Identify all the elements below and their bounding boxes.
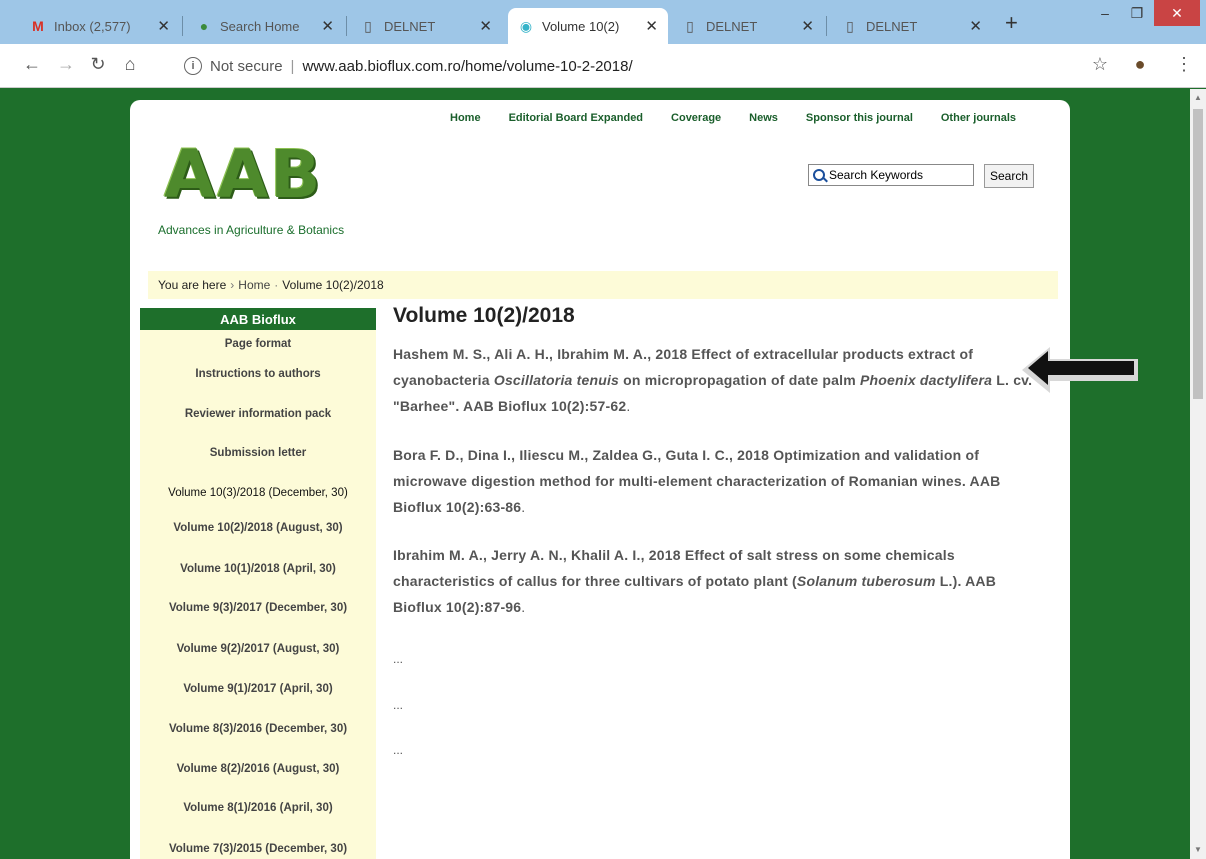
breadcrumb-current: Volume 10(2)/2018 [282,278,384,292]
sidebar-item-volume[interactable]: Volume 8(1)/2016 (April, 30) [140,802,376,814]
reference-entry[interactable]: Bora F. D., Dina I., Iliescu M., Zaldea … [393,442,1039,520]
search-icon [813,169,825,181]
sidebar-item-reviewer-pack[interactable]: Reviewer information pack [140,408,376,420]
info-icon[interactable]: i [184,57,202,75]
tab-title: DELNET [866,18,918,34]
search-button[interactable]: Search [984,164,1034,188]
page-title: Volume 10(2)/2018 [393,304,575,327]
close-icon[interactable]: ✕ [969,17,982,35]
ellipsis-text: ... [393,743,404,757]
sidebar-item-page-format[interactable]: Page format [140,338,376,350]
sidebar-item-instructions[interactable]: Instructions to authors [140,368,376,380]
sidebar-title: AAB Bioflux [140,308,376,330]
new-tab-button[interactable]: + [1005,10,1018,36]
nav-sponsor[interactable]: Sponsor this journal [806,112,913,124]
sidebar-item-volume[interactable]: Volume 10(1)/2018 (April, 30) [140,563,376,575]
back-icon[interactable]: ← [20,54,44,75]
tab-volume-active[interactable]: ◉ Volume 10(2) ✕ [508,8,668,44]
tab-delnet-2[interactable]: ▯ DELNET ✕ [672,8,824,44]
nav-other-journals[interactable]: Other journals [941,112,1016,124]
extension-icon[interactable]: ● [1128,54,1152,75]
annotation-arrow-icon [1022,347,1138,393]
close-icon[interactable]: ✕ [645,17,658,35]
nav-news[interactable]: News [749,112,778,124]
gmail-icon: M [32,18,44,34]
sidebar-item-volume[interactable]: Volume 10(2)/2018 (August, 30) [140,522,376,534]
address-bar[interactable]: i Not secure | www.aab.bioflux.com.ro/ho… [170,51,1080,81]
site-tagline: Advances in Agriculture & Botanics [158,223,345,237]
sidebar-item-submission-letter[interactable]: Submission letter [140,447,376,459]
close-icon[interactable]: ✕ [321,17,334,35]
search-placeholder: Search Keywords [829,168,924,182]
breadcrumb-home[interactable]: Home [238,278,270,292]
page-icon: ▯ [846,17,854,34]
tab-title: DELNET [384,18,436,34]
sidebar-item-volume[interactable]: Volume 9(1)/2017 (April, 30) [140,683,376,695]
breadcrumb-prefix: You are here [158,278,227,292]
tab-inbox[interactable]: M Inbox (2,577) ✕ [20,8,180,44]
close-icon[interactable]: ✕ [801,17,814,35]
top-nav: Home Editorial Board Expanded Coverage N… [450,112,1016,124]
tab-title: Search Home [220,18,300,34]
search-home-icon: ● [199,18,209,34]
tab-delnet-3[interactable]: ▯ DELNET ✕ [832,8,992,44]
sidebar-item-volume[interactable]: Volume 9(3)/2017 (December, 30) [140,602,376,614]
bioflux-icon: ◉ [519,17,533,34]
restore-icon[interactable]: ❐ [1122,0,1152,26]
scroll-down-icon[interactable]: ▼ [1194,845,1202,854]
tab-title: Volume 10(2) [542,18,620,34]
ellipsis-text: ... [393,652,404,666]
close-icon[interactable]: ✕ [479,17,492,35]
sidebar [140,308,376,859]
url-text[interactable]: www.aab.bioflux.com.ro/home/volume-10-2-… [302,58,632,75]
nav-coverage[interactable]: Coverage [671,112,721,124]
search-input[interactable]: Search Keywords [808,164,974,186]
minimize-icon[interactable]: – [1090,0,1120,26]
logo-text: AAB [164,136,323,213]
page-scrollbar[interactable]: ▲ ▼ [1190,89,1206,859]
menu-icon[interactable]: ⋮ [1172,54,1196,75]
home-icon[interactable]: ⌂ [118,54,142,75]
window-close-icon[interactable]: ✕ [1154,0,1200,26]
nav-editorial-board[interactable]: Editorial Board Expanded [509,112,643,124]
site-logo[interactable]: AAB [164,140,360,210]
close-icon[interactable]: ✕ [157,17,170,35]
bookmark-star-icon[interactable]: ☆ [1088,54,1112,75]
reference-entry[interactable]: Hashem M. S., Ali A. H., Ibrahim M. A., … [393,341,1039,419]
security-label: Not secure [210,57,283,75]
breadcrumb: You are here › Home · Volume 10(2)/2018 [148,271,1058,299]
scroll-thumb[interactable] [1193,109,1203,399]
page-icon: ▯ [686,17,694,34]
reference-entry[interactable]: Ibrahim M. A., Jerry A. N., Khalil A. I.… [393,542,1039,620]
browser-tab-bar: M Inbox (2,577) ✕ ● Search Home ✕ ▯ DELN… [0,0,1206,44]
tab-title: DELNET [706,18,758,34]
page-icon: ▯ [364,17,372,34]
sidebar-item-volume[interactable]: Volume 8(2)/2016 (August, 30) [140,763,376,775]
tab-search-home[interactable]: ● Search Home ✕ [186,8,344,44]
browser-toolbar: ← → ↻ ⌂ i Not secure | www.aab.bioflux.c… [0,44,1206,88]
tab-delnet-1[interactable]: ▯ DELNET ✕ [350,8,502,44]
tab-title: Inbox (2,577) [54,18,131,34]
forward-icon[interactable]: → [54,54,78,75]
sidebar-item-volume[interactable]: Volume 8(3)/2016 (December, 30) [140,723,376,735]
sidebar-item-volume[interactable]: Volume 7(3)/2015 (December, 30) [140,843,376,855]
sidebar-item-volume[interactable]: Volume 9(2)/2017 (August, 30) [140,643,376,655]
ellipsis-text: ... [393,698,404,712]
scroll-up-icon[interactable]: ▲ [1194,93,1202,102]
sidebar-item-volume[interactable]: Volume 10(3)/2018 (December, 30) [140,487,376,499]
reload-icon[interactable]: ↻ [86,54,110,75]
nav-home[interactable]: Home [450,112,481,124]
